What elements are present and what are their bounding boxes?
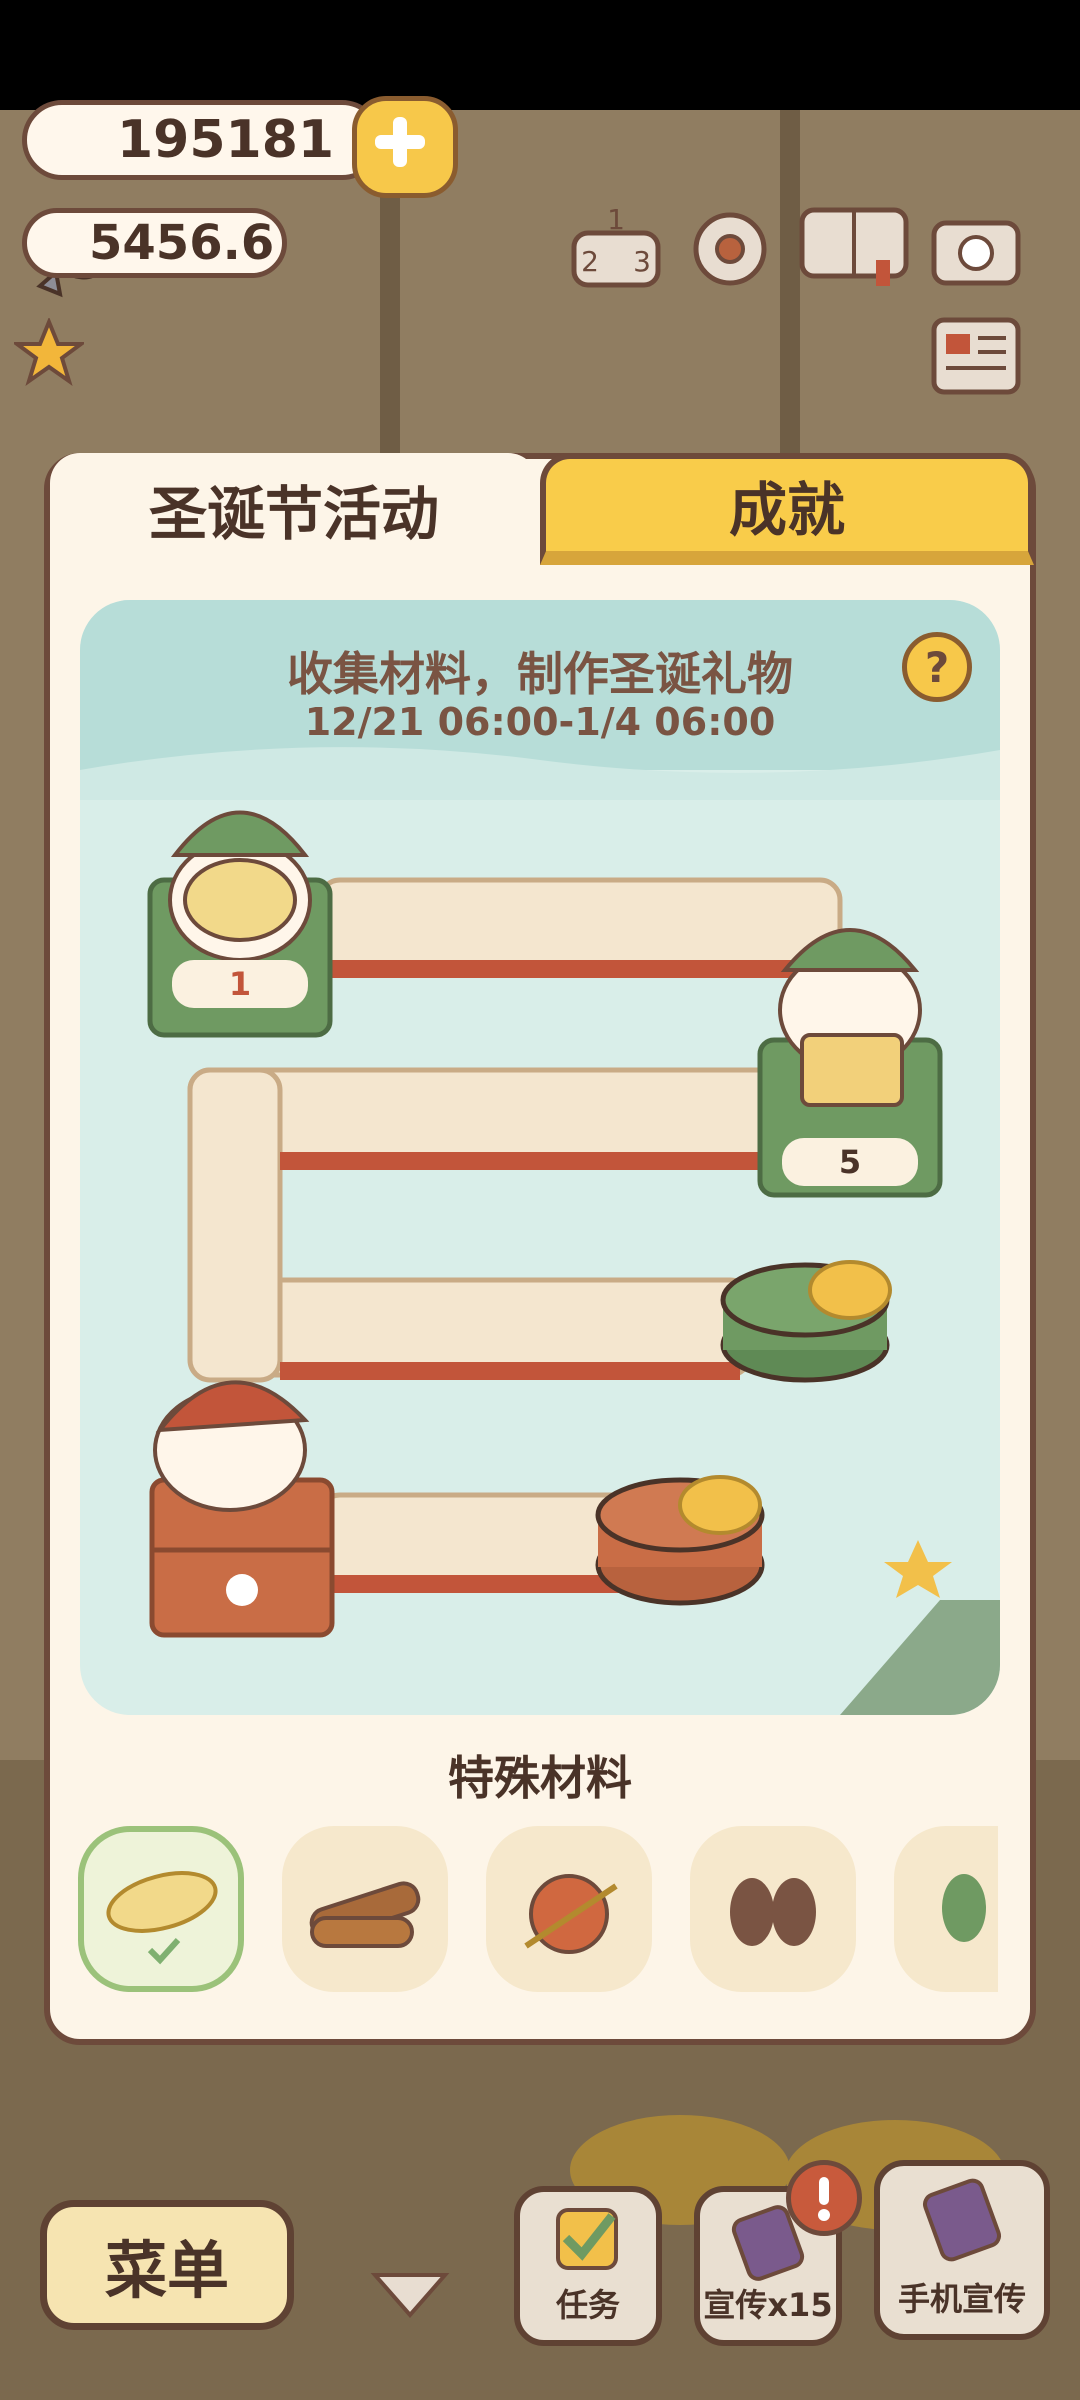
star-currency: 5456.6 xyxy=(22,208,287,278)
newspaper-icon xyxy=(931,317,1021,395)
fish-currency: 195181 xyxy=(22,100,382,180)
alert-badge xyxy=(786,2160,862,2236)
camera-button[interactable] xyxy=(930,205,1022,291)
material-firewood[interactable] xyxy=(282,1826,448,1992)
svg-text:2: 2 xyxy=(581,245,599,278)
special-materials-title: 特殊材料 xyxy=(448,1751,632,1805)
chevron-down-icon[interactable] xyxy=(370,2270,450,2320)
yarn-ball-icon xyxy=(524,1874,618,1954)
status-bar xyxy=(0,0,1080,110)
svg-text:3: 3 xyxy=(633,245,651,278)
menu-label: 菜单 xyxy=(104,2234,229,2307)
tab-christmas-event[interactable]: 圣诞节活动 xyxy=(50,453,538,565)
tab-achievement-label: 成就 xyxy=(728,476,845,544)
material-yarn-ball[interactable] xyxy=(486,1826,652,1992)
material-straw-bundle[interactable] xyxy=(78,1826,244,1992)
material-leaf[interactable] xyxy=(894,1826,998,1992)
event-title: 收集材料，制作圣诞礼物 xyxy=(287,647,793,701)
phone-promo-label: 手机宣传 xyxy=(897,2280,1026,2318)
material-mittens[interactable] xyxy=(690,1826,856,1992)
add-fish-button[interactable] xyxy=(352,96,458,198)
album-button[interactable] xyxy=(796,200,912,290)
straw-bundle-icon xyxy=(183,858,297,942)
task-button[interactable]: 任务 xyxy=(514,2186,662,2346)
star-icon xyxy=(14,318,84,386)
star-count: 5456.6 xyxy=(89,215,275,271)
settings-button[interactable] xyxy=(684,205,776,291)
leaf-icon xyxy=(942,1874,986,1942)
event-time: 12/21 06:00-1/4 06:00 xyxy=(304,700,776,744)
promo-label: 宣传x15 xyxy=(703,2286,833,2324)
tab-christmas-label: 圣诞节活动 xyxy=(148,480,439,548)
straw-bundle-icon xyxy=(106,1871,218,1965)
svg-text:1: 1 xyxy=(607,205,625,236)
camera-icon xyxy=(931,220,1021,286)
album-icon xyxy=(799,207,909,286)
help-button[interactable]: ? xyxy=(902,632,972,702)
phone-promo-button[interactable]: 手机宣传 xyxy=(874,2160,1050,2340)
question-mark-icon: ? xyxy=(924,642,950,692)
event-map-card: 收集材料，制作圣诞礼物 12/21 06:00-1/4 06:00 ? 1 5 xyxy=(80,600,1000,1715)
newspaper-button[interactable] xyxy=(930,312,1022,398)
leaderboard-button[interactable]: 1 2 3 xyxy=(570,203,662,291)
task-label: 任务 xyxy=(555,2286,620,2324)
firewood-icon xyxy=(309,1881,421,1948)
phone-icon xyxy=(922,2178,1002,2262)
settings-icon xyxy=(693,212,767,286)
mittens-icon xyxy=(730,1878,816,1946)
fish-count: 195181 xyxy=(117,110,335,170)
plus-icon xyxy=(375,117,425,167)
menu-button[interactable]: 菜单 xyxy=(40,2200,294,2330)
leaderboard-icon: 1 2 3 xyxy=(571,203,661,288)
node-5-count: 5 xyxy=(838,1143,862,1181)
exclamation-icon xyxy=(818,2177,830,2221)
node-1-count: 1 xyxy=(228,965,252,1003)
tab-achievement[interactable]: 成就 xyxy=(540,453,1034,565)
task-icon xyxy=(556,2208,618,2270)
